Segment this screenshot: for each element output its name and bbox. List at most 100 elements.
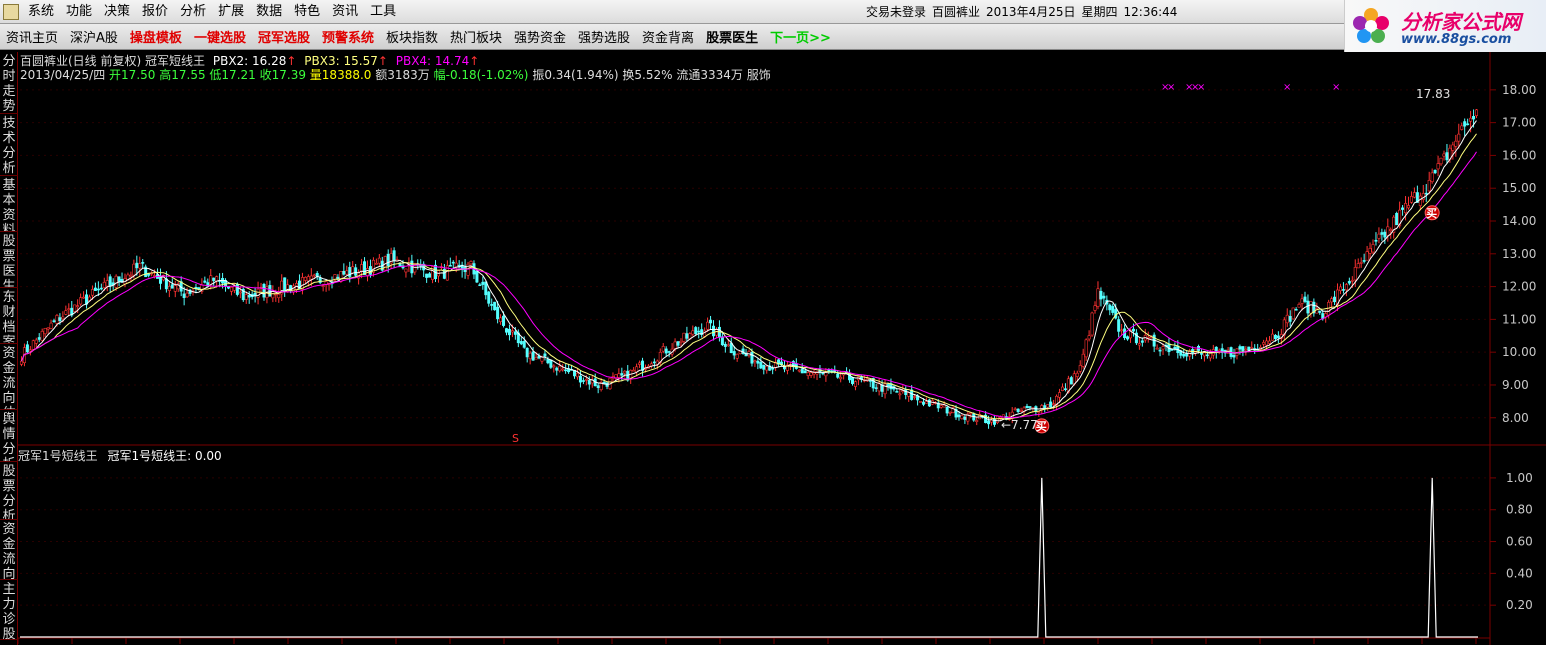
side-tab-7[interactable]: 股票分析 — [0, 462, 18, 520]
toolbar-button-7[interactable]: 热门板块 — [444, 27, 508, 46]
candle-body — [1359, 262, 1363, 264]
candle-body — [720, 336, 724, 346]
toolbar-button-1[interactable]: 深沪A股 — [64, 27, 124, 46]
quote-line: 2013/04/25/四 开17.50 高17.55 低17.21 收17.39… — [20, 66, 771, 83]
toolbar-button-4[interactable]: 冠军选股 — [252, 27, 316, 46]
site-logo: 分析家公式网 www.88gs.com — [1344, 0, 1546, 52]
candle-body — [1019, 410, 1023, 412]
candle-body — [1362, 260, 1366, 262]
candle-body — [1338, 286, 1342, 292]
candle-body — [132, 263, 136, 276]
candle-body — [1199, 353, 1203, 355]
candle-body — [1016, 408, 1020, 413]
candle-body — [939, 405, 943, 408]
toolbar-button-11[interactable]: 股票医生 — [700, 27, 764, 46]
main-ytick-label: 11.00 — [1502, 312, 1536, 326]
menu-item-9[interactable]: 工具 — [368, 0, 406, 24]
sub-ytick-label: 0.20 — [1506, 598, 1533, 612]
candle-body — [1350, 279, 1354, 282]
high-price-label: 17.83 — [1416, 87, 1450, 101]
toolbar-button-6[interactable]: 板块指数 — [380, 27, 444, 46]
candle-body — [1244, 348, 1248, 351]
quote-low: 低17.21 — [209, 68, 256, 82]
side-tab-1[interactable]: 技术分析 — [0, 114, 18, 176]
candle-body — [484, 281, 488, 296]
menu-item-7[interactable]: 特色 — [292, 0, 330, 24]
sub-panel-title: 冠军1号短线王 — [18, 449, 98, 463]
menu-item-1[interactable]: 功能 — [64, 0, 102, 24]
candle-body — [797, 369, 801, 372]
candle-body — [765, 365, 769, 371]
candle-body — [620, 373, 624, 376]
side-tab-4[interactable]: 东财档案 — [0, 288, 18, 344]
signal-x-icon: × — [1332, 82, 1340, 93]
main-ytick-label: 18.00 — [1502, 83, 1536, 97]
candle-body — [924, 401, 928, 404]
side-tab-9[interactable]: 主力诊股 — [0, 580, 18, 640]
toolbar-button-3[interactable]: 一键选股 — [188, 27, 252, 46]
candle-body — [79, 297, 83, 305]
menu-item-8[interactable]: 资讯 — [330, 0, 368, 24]
candle-body — [451, 261, 455, 264]
chart-area[interactable]: 8.00 9.00 10.00 11.00 12.00 13.00 14.00 15.00 16… — [18, 52, 1546, 645]
candle-body — [1185, 353, 1189, 357]
toolbar-button-12[interactable]: 下一页>> — [764, 27, 837, 46]
candle-body — [1232, 354, 1236, 358]
candle-body — [34, 339, 38, 344]
menu-bar: 系统 功能 决策 报价 分析 扩展 数据 特色 资讯 工具 交易未登录 百圆裤业 2013年4月25日… — [0, 0, 1546, 24]
side-tab-2[interactable]: 基本资料 — [0, 176, 18, 232]
sub-panel-header: 冠军1号短线王 冠军1号短线王: 0.00 — [18, 447, 222, 464]
candle-body — [1472, 116, 1476, 120]
side-tab-0[interactable]: 分时走势 — [0, 52, 18, 114]
candle-body — [525, 347, 529, 358]
toolbar-button-9[interactable]: 强势选股 — [572, 27, 636, 46]
candle-body — [1412, 192, 1416, 198]
side-tab-3[interactable]: 股票医生 — [0, 232, 18, 288]
candle-body — [513, 331, 517, 335]
candle-body — [753, 360, 757, 363]
candle-body — [360, 264, 364, 272]
candle-body — [673, 341, 677, 349]
menu-item-5[interactable]: 扩展 — [216, 0, 254, 24]
candle-body — [1102, 295, 1106, 299]
candle-body — [197, 287, 201, 290]
menu-item-4[interactable]: 分析 — [178, 0, 216, 24]
menu-item-2[interactable]: 决策 — [102, 0, 140, 24]
candle-body — [1333, 296, 1337, 303]
candle-body — [1126, 336, 1130, 340]
candle-body — [1096, 288, 1100, 307]
side-tab-8[interactable]: 资金流向 — [0, 520, 18, 580]
candle-body — [454, 262, 458, 268]
side-tab-6[interactable]: 舆情分析 — [0, 410, 18, 462]
candle-body — [1469, 117, 1473, 122]
candle-body — [1341, 289, 1345, 291]
toolbar-button-0[interactable]: 资讯主页 — [0, 27, 64, 46]
candle-body — [1463, 121, 1467, 127]
candle-body — [1247, 346, 1251, 351]
candle-body — [478, 284, 482, 287]
toolbar-button-2[interactable]: 操盘模板 — [124, 27, 188, 46]
app-icon[interactable] — [3, 4, 19, 20]
candle-body — [425, 273, 429, 278]
candle-body — [90, 289, 94, 296]
menu-item-0[interactable]: 系统 — [26, 0, 64, 24]
candle-body — [1407, 205, 1411, 209]
main-menu: 系统 功能 决策 报价 分析 扩展 数据 特色 资讯 工具 — [26, 0, 406, 24]
sub-ytick-label: 1.00 — [1506, 471, 1533, 485]
menu-item-6[interactable]: 数据 — [254, 0, 292, 24]
candlestick-chart[interactable]: 8.00 9.00 10.00 11.00 12.00 13.00 14.00 15.00 16… — [18, 52, 1546, 645]
candle-body — [578, 375, 582, 383]
candle-body — [1297, 303, 1301, 308]
toolbar-button-5[interactable]: 预警系统 — [316, 27, 380, 46]
toolbar-button-8[interactable]: 强势资金 — [508, 27, 572, 46]
candle-body — [836, 373, 840, 378]
candle-body — [1377, 233, 1381, 239]
toolbar-button-10[interactable]: 资金背离 — [636, 27, 700, 46]
candle-body — [522, 341, 526, 348]
candle-body — [117, 276, 121, 282]
candle-body — [546, 359, 550, 364]
menu-item-3[interactable]: 报价 — [140, 0, 178, 24]
candle-body — [632, 369, 636, 372]
side-tab-5[interactable]: 资金流向估值 — [0, 344, 18, 410]
candle-body — [564, 369, 568, 372]
